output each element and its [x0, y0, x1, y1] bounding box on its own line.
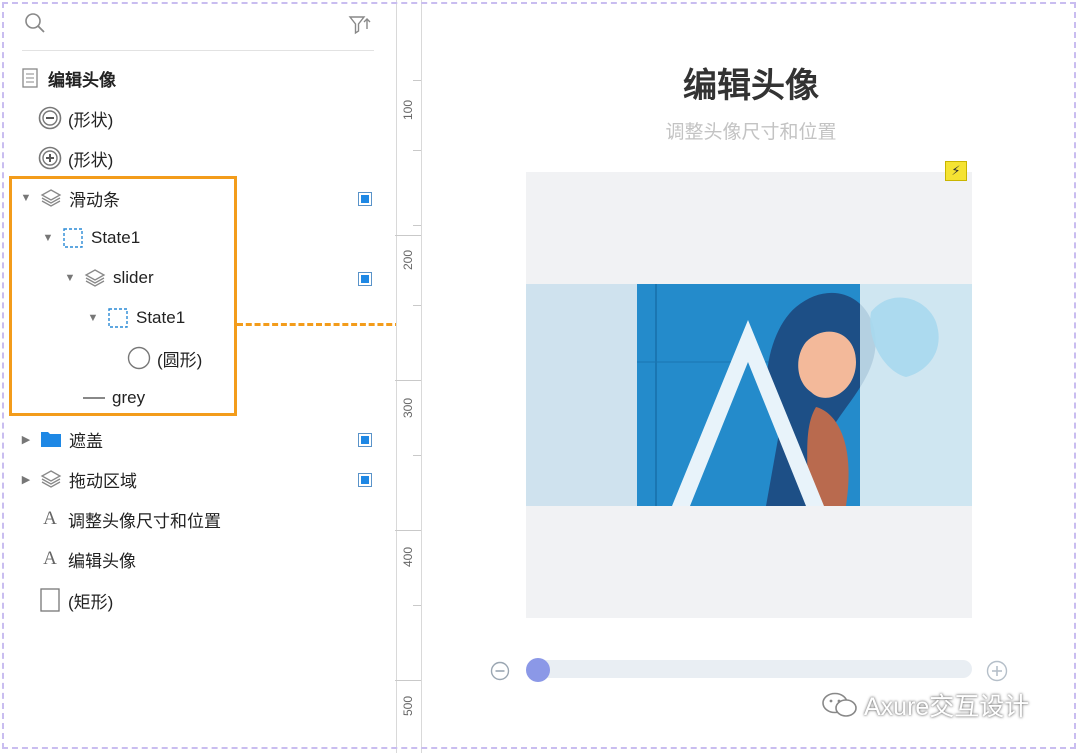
- outline-item-label: 调整头像尺寸和位置: [68, 511, 221, 531]
- text-icon: A: [43, 548, 57, 569]
- outline-item-label: 编辑头像: [48, 70, 116, 90]
- wechat-icon: [822, 692, 857, 717]
- interaction-bolt-icon[interactable]: ⚡: [945, 161, 967, 181]
- ruler-label: 100: [401, 99, 415, 120]
- search-icon[interactable]: [24, 12, 46, 34]
- visibility-checkbox[interactable]: [358, 192, 372, 206]
- design-canvas: 编辑头像 调整头像尺寸和位置 ⚡: [422, 0, 1080, 753]
- avatar-preview-area[interactable]: [526, 172, 972, 618]
- zoom-out-icon[interactable]: [490, 661, 510, 681]
- avatar-image[interactable]: [526, 172, 972, 618]
- ruler-label: 300: [401, 397, 415, 418]
- outline-item-subtitle-text[interactable]: A 调整头像尺寸和位置: [38, 504, 221, 534]
- collapse-caret-icon[interactable]: ▶: [19, 473, 33, 486]
- outline-search-bar[interactable]: [22, 10, 374, 51]
- vertical-ruler: 100 200 300 400 500: [395, 0, 422, 753]
- page-title: 编辑头像: [683, 67, 819, 105]
- filter-icon[interactable]: [348, 14, 372, 36]
- ruler-label: 200: [401, 249, 415, 270]
- page-icon: [18, 66, 42, 90]
- plus-circle-icon: [38, 146, 62, 170]
- outline-item-mask[interactable]: ▶ 遮盖: [19, 424, 103, 454]
- watermark-text: Axure交互设计: [864, 693, 1030, 721]
- connector-line: [237, 323, 401, 326]
- outline-item-label: (形状): [68, 150, 114, 170]
- outline-item-label: (矩形): [68, 592, 114, 612]
- highlight-box: [9, 176, 237, 416]
- watermark: Axure交互设计: [820, 690, 1030, 721]
- collapse-caret-icon[interactable]: ▶: [19, 433, 33, 446]
- visibility-checkbox[interactable]: [358, 272, 372, 286]
- text-icon: A: [43, 508, 57, 529]
- ruler-label: 400: [401, 546, 415, 567]
- outline-item-drag-area[interactable]: ▶ 拖动区域: [19, 464, 137, 494]
- zoom-slider-track[interactable]: [532, 660, 972, 678]
- ruler-label: 500: [401, 695, 415, 716]
- outline-item-label: 编辑头像: [68, 551, 136, 571]
- visibility-checkbox[interactable]: [358, 473, 372, 487]
- page-subtitle: 调整头像尺寸和位置: [665, 122, 837, 143]
- folder-icon: [39, 427, 63, 451]
- outline-panel: 编辑头像 (形状) (形状) ▼ 滑动条 ▼ State1 ▼ slider ▼…: [0, 0, 396, 753]
- layers-icon: [39, 467, 63, 491]
- outline-item-label: 遮盖: [69, 431, 103, 451]
- zoom-slider-knob[interactable]: [526, 658, 550, 682]
- minus-circle-icon: [38, 106, 62, 130]
- outline-item-shape-plus[interactable]: (形状): [38, 143, 113, 173]
- outline-item-shape-minus[interactable]: (形状): [38, 103, 113, 133]
- visibility-checkbox[interactable]: [358, 433, 372, 447]
- rectangle-icon: [38, 588, 62, 612]
- outline-item-title-text[interactable]: A 编辑头像: [38, 544, 136, 574]
- outline-item-label: (形状): [68, 110, 114, 130]
- outline-item-rectangle[interactable]: (矩形): [38, 585, 113, 615]
- outline-item-label: 拖动区域: [69, 471, 137, 491]
- outline-item-page[interactable]: 编辑头像: [18, 63, 116, 93]
- zoom-in-icon[interactable]: [986, 660, 1008, 682]
